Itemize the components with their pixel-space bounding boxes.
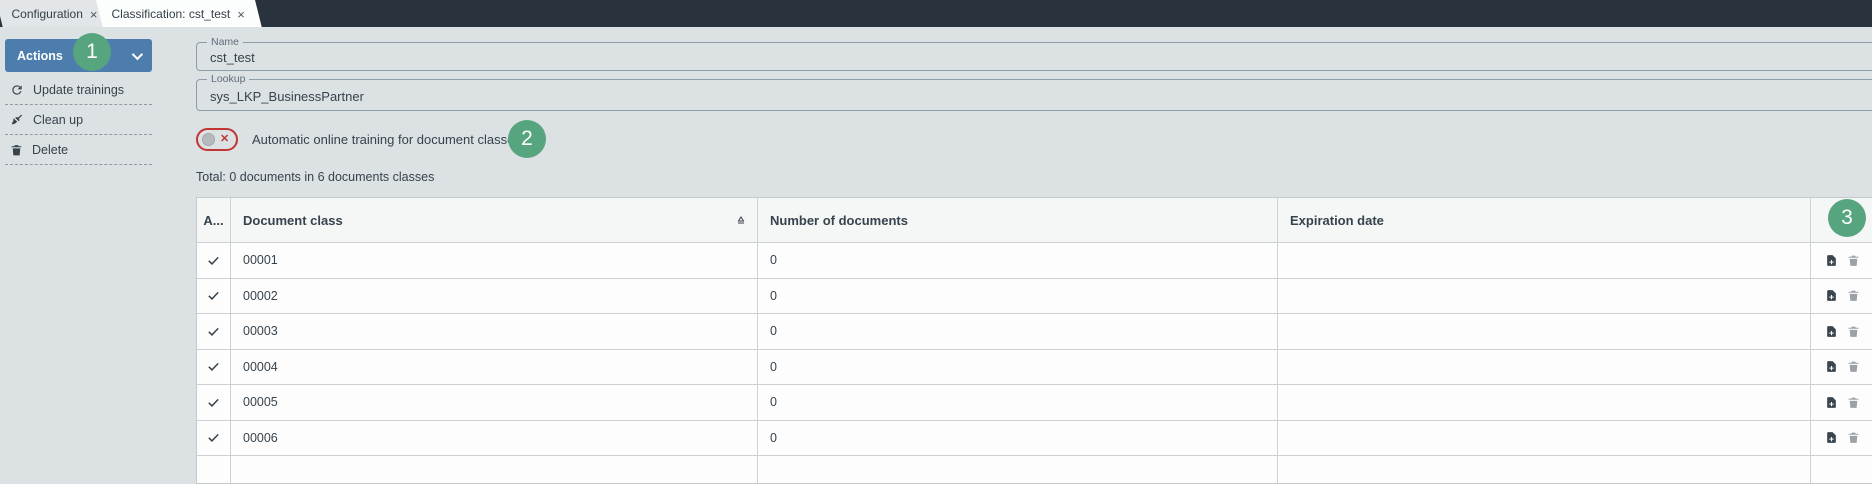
document-count-cell: 0 — [758, 314, 1278, 350]
toggle-knob — [202, 133, 215, 146]
annotation-badge-2: 2 — [508, 120, 546, 158]
delete-row-icon[interactable] — [1847, 325, 1860, 338]
active-check-cell[interactable] — [197, 243, 231, 279]
sidebar-item-delete[interactable]: Delete — [5, 135, 152, 165]
lookup-input[interactable] — [197, 80, 1872, 110]
close-icon[interactable]: × — [237, 6, 245, 21]
document-count-cell: 0 — [758, 420, 1278, 456]
document-count-cell: 0 — [758, 385, 1278, 421]
document-class-cell: 00005 — [231, 385, 758, 421]
active-check-cell[interactable] — [197, 385, 231, 421]
name-field-label: Name — [207, 36, 244, 48]
column-header-active: A... — [197, 198, 231, 243]
empty-cell — [231, 456, 758, 483]
toggle-off-x-icon: ✕ — [220, 133, 230, 145]
empty-cell — [197, 456, 231, 483]
totals-summary: Total: 0 documents in 6 documents classe… — [196, 170, 435, 184]
active-check-cell[interactable] — [197, 314, 231, 350]
close-icon[interactable]: × — [90, 6, 98, 21]
document-class-cell: 00006 — [231, 420, 758, 456]
add-document-icon[interactable] — [1825, 360, 1838, 373]
column-header-number-of-documents: Number of documents — [758, 198, 1278, 243]
broom-icon — [11, 114, 23, 125]
app-window: { "tabs": [ { "label": "Configuration", … — [0, 0, 1872, 484]
active-check-cell[interactable] — [197, 420, 231, 456]
auto-training-label: Automatic online training for document c… — [252, 132, 521, 147]
delete-row-icon[interactable] — [1847, 360, 1860, 373]
auto-training-toggle[interactable]: ✕ — [196, 128, 238, 151]
name-field[interactable]: Name — [196, 36, 1872, 71]
check-icon — [208, 292, 219, 301]
name-input[interactable] — [197, 43, 1872, 70]
add-document-icon[interactable] — [1825, 431, 1838, 444]
add-document-icon[interactable] — [1825, 289, 1838, 302]
sidebar-item-clean-up[interactable]: Clean up — [5, 105, 152, 135]
lookup-field-label: Lookup — [207, 73, 250, 85]
active-check-cell[interactable] — [197, 278, 231, 314]
expiration-date-cell — [1278, 420, 1811, 456]
add-document-icon[interactable] — [1825, 396, 1838, 409]
tab-classification-cst-test[interactable]: Classification: cst_test × — [96, 0, 263, 27]
sidebar-item-label: Update trainings — [33, 82, 125, 97]
lookup-field[interactable]: Lookup — [196, 73, 1872, 111]
document-count-cell: 0 — [758, 349, 1278, 385]
tab-label: Classification: cst_test — [111, 6, 231, 21]
document-classes-table: A... Document class Number of documents … — [196, 197, 1872, 484]
expiration-date-cell — [1278, 349, 1811, 385]
document-class-cell: 00002 — [231, 278, 758, 314]
add-document-icon[interactable] — [1825, 254, 1838, 267]
document-class-cell: 00003 — [231, 314, 758, 350]
row-actions-cell — [1811, 243, 1872, 279]
check-icon — [208, 363, 219, 372]
column-header-label: Document class — [243, 212, 343, 228]
expiration-date-cell — [1278, 314, 1811, 350]
document-class-cell: 00001 — [231, 243, 758, 279]
tab-label: Configuration — [11, 6, 83, 21]
check-icon — [208, 434, 219, 443]
refresh-icon — [12, 84, 22, 95]
empty-cell — [1278, 456, 1811, 483]
expiration-date-cell — [1278, 385, 1811, 421]
delete-row-icon[interactable] — [1847, 289, 1860, 302]
trash-icon — [11, 144, 22, 155]
delete-row-icon[interactable] — [1847, 254, 1860, 267]
expiration-date-cell — [1278, 243, 1811, 279]
delete-row-icon[interactable] — [1847, 431, 1860, 444]
sidebar-item-label: Clean up — [33, 112, 84, 127]
sort-icon[interactable] — [735, 214, 747, 226]
row-actions-cell — [1811, 349, 1872, 385]
check-icon — [208, 398, 219, 407]
column-header-expiration-date: Expiration date — [1278, 198, 1811, 243]
tab-bar: Configuration × Classification: cst_test… — [0, 0, 1872, 27]
column-header-document-class: Document class — [231, 198, 758, 243]
annotation-badge-1: 1 — [73, 33, 111, 71]
row-actions-cell — [1811, 385, 1872, 421]
add-document-icon[interactable] — [1825, 325, 1838, 338]
actions-menu-label: Actions — [17, 48, 63, 63]
annotation-badge-3: 3 — [1828, 199, 1866, 237]
sidebar-item-label: Delete — [32, 142, 69, 157]
active-check-cell[interactable] — [197, 349, 231, 385]
check-icon — [208, 327, 219, 336]
document-class-cell: 00004 — [231, 349, 758, 385]
expiration-date-cell — [1278, 278, 1811, 314]
document-count-cell: 0 — [758, 243, 1278, 279]
empty-cell — [1811, 456, 1872, 483]
sidebar-item-update-trainings[interactable]: Update trainings — [5, 75, 152, 105]
row-actions-cell — [1811, 420, 1872, 456]
row-actions-cell — [1811, 278, 1872, 314]
check-icon — [208, 256, 219, 265]
row-actions-cell — [1811, 314, 1872, 350]
auto-training-toggle-row: ✕ Automatic online training for document… — [196, 128, 521, 151]
empty-cell — [758, 456, 1278, 483]
document-count-cell: 0 — [758, 278, 1278, 314]
delete-row-icon[interactable] — [1847, 396, 1860, 409]
chevron-down-icon — [131, 48, 144, 60]
